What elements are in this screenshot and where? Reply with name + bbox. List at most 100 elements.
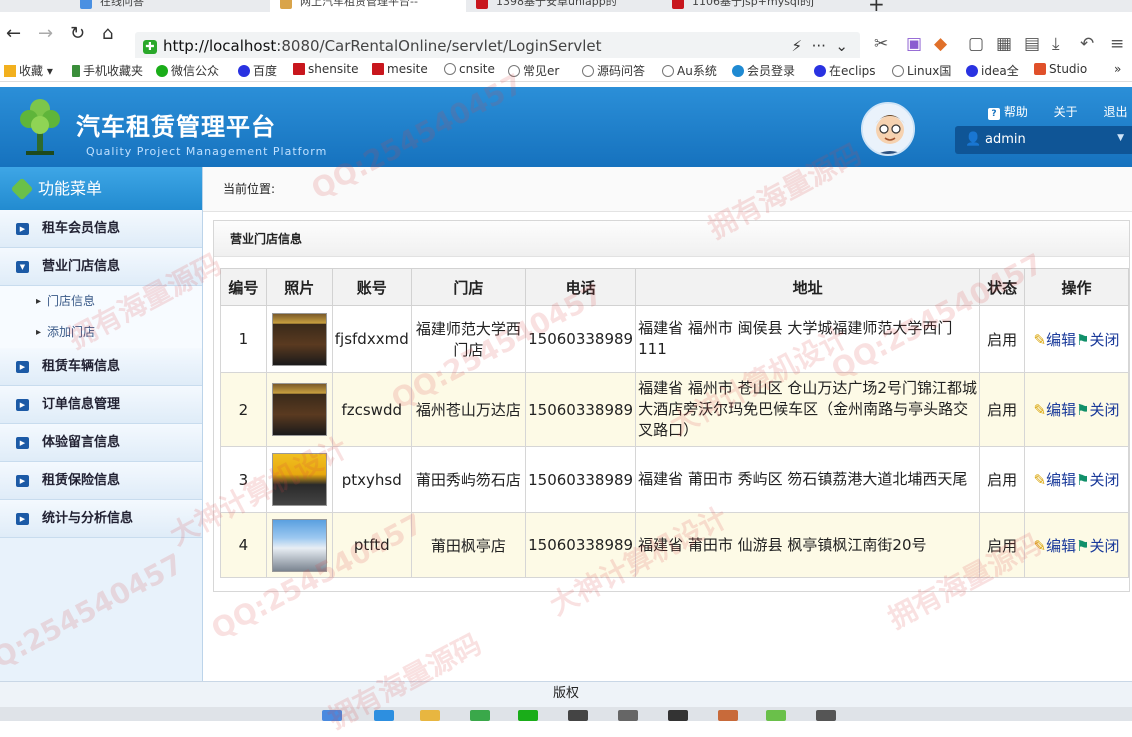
- taskbar-app-icon[interactable]: [668, 710, 688, 721]
- globe-icon: [444, 63, 456, 75]
- bookmark-label: 微信公众: [171, 64, 220, 78]
- sidebar-item-insurance[interactable]: ▶ 租赁保险信息: [0, 462, 202, 500]
- sidebar-item-vehicle[interactable]: ▶ 租赁车辆信息: [0, 348, 202, 386]
- wechat-icon[interactable]: [518, 710, 538, 721]
- more-icon[interactable]: ···: [812, 37, 826, 55]
- help-label: 帮助: [1003, 105, 1028, 119]
- cell-actions: ✎编辑⚑关闭: [1024, 446, 1129, 513]
- more-bookmarks-icon[interactable]: »: [1114, 62, 1121, 76]
- edit-link[interactable]: ✎编辑: [1033, 471, 1076, 489]
- bookmark-item[interactable]: shensite: [293, 62, 359, 76]
- sidebar-subitem-add-store[interactable]: 添加门店: [0, 317, 202, 348]
- phone-icon: [72, 65, 80, 77]
- taskbar-app-icon[interactable]: [322, 710, 342, 721]
- forward-icon[interactable]: →: [38, 24, 53, 44]
- taskbar-app-icon[interactable]: [470, 710, 490, 721]
- bookmark-item[interactable]: 收藏 ▾: [4, 62, 53, 79]
- close-link[interactable]: ⚑关闭: [1076, 401, 1119, 419]
- star-icon: [4, 65, 16, 77]
- avatar[interactable]: [861, 102, 915, 156]
- taskbar-app-icon[interactable]: [374, 710, 394, 721]
- bookmark-label: 源码问答: [597, 64, 646, 78]
- bookmark-item[interactable]: Linux国: [892, 62, 951, 79]
- bookmark-item[interactable]: 在eclips: [814, 62, 876, 79]
- sidebar-item-label: 统计与分析信息: [42, 511, 134, 526]
- menu-icon[interactable]: ≡: [1110, 34, 1124, 54]
- sidebar-item-message[interactable]: ▶ 体验留言信息: [0, 424, 202, 462]
- browser-tab[interactable]: 1106基于jsp+mysql的j: [662, 0, 858, 12]
- arrow-right-icon: ▶: [16, 361, 29, 373]
- cell-photo: [265, 446, 333, 513]
- bookmark-item[interactable]: 源码问答: [582, 62, 645, 79]
- bookmark-item[interactable]: 会员登录: [732, 62, 795, 79]
- flag-icon: ⚑: [1076, 330, 1090, 349]
- translate-icon[interactable]: ▣: [906, 34, 922, 54]
- close-link[interactable]: ⚑关闭: [1076, 537, 1119, 555]
- bookmark-item[interactable]: 百度: [238, 62, 277, 79]
- edit-link[interactable]: ✎编辑: [1033, 537, 1076, 555]
- help-link[interactable]: ? 帮助: [988, 105, 1028, 120]
- close-link[interactable]: ⚑关闭: [1076, 471, 1119, 489]
- edit-link[interactable]: ✎编辑: [1033, 401, 1076, 419]
- game-icon[interactable]: ◆: [934, 34, 947, 54]
- about-link[interactable]: 关于: [1054, 105, 1078, 119]
- bookmark-label: shensite: [308, 62, 359, 76]
- folder-icon[interactable]: [420, 710, 440, 721]
- sidebar-subitem-store-list[interactable]: 门店信息: [0, 286, 202, 317]
- flag-icon: ⚑: [1076, 401, 1090, 419]
- sidebar-item-member[interactable]: ▶ 租车会员信息: [0, 210, 202, 248]
- edit-link[interactable]: ✎编辑: [1033, 331, 1076, 349]
- taskbar-app-icon[interactable]: [766, 710, 786, 721]
- app-subtitle: Quality Project Management Platform: [86, 145, 328, 158]
- bookmark-item[interactable]: 常见er: [508, 62, 559, 79]
- cloud-icon: [732, 65, 744, 77]
- bookmark-item[interactable]: idea全: [966, 62, 1019, 79]
- app-title: 汽车租赁管理平台: [76, 113, 276, 141]
- undo-icon[interactable]: ↶: [1080, 34, 1094, 54]
- apps-icon[interactable]: ▦: [996, 34, 1012, 54]
- browser-tab-active[interactable]: 网上汽车租赁管理平台--: [270, 0, 466, 12]
- taskbar-app-icon[interactable]: [816, 710, 836, 721]
- chevron-down-icon[interactable]: ⌄: [835, 37, 848, 55]
- bookmark-item[interactable]: mesite: [372, 62, 428, 76]
- sidebar-item-order[interactable]: ▶ 订单信息管理: [0, 386, 202, 424]
- sidebar-item-store[interactable]: ▼ 营业门店信息: [0, 248, 202, 286]
- collection-icon[interactable]: ▤: [1024, 34, 1040, 54]
- close-link[interactable]: ⚑关闭: [1076, 331, 1119, 349]
- home-icon[interactable]: ⌂: [102, 24, 113, 44]
- sidebar-item-statistics[interactable]: ▶ 统计与分析信息: [0, 500, 202, 538]
- logout-link[interactable]: 退出: [1104, 105, 1128, 119]
- browser-tab-strip: 在线问答 网上汽车租赁管理平台-- 1398基于安卓uniapp的 1106基于…: [0, 0, 1132, 12]
- back-icon[interactable]: ←: [6, 24, 21, 44]
- taskbar-app-icon[interactable]: [618, 710, 638, 721]
- window-icon[interactable]: ▢: [968, 34, 984, 54]
- store-photo: [271, 518, 327, 572]
- bookmark-item[interactable]: 手机收藏夹: [72, 62, 143, 79]
- download-icon[interactable]: ⤓: [1052, 34, 1060, 54]
- browser-tab[interactable]: 1398基于安卓uniapp的: [466, 0, 662, 12]
- tab-favicon-icon: [80, 0, 92, 9]
- scissors-icon[interactable]: ✂: [874, 34, 888, 54]
- bookmark-item[interactable]: Au系统: [662, 62, 717, 79]
- taskbar-app-icon[interactable]: [718, 710, 738, 721]
- cell-status: 启用: [979, 305, 1026, 373]
- taskbar-app-icon[interactable]: [568, 710, 588, 721]
- close-label: 关闭: [1089, 330, 1120, 349]
- lightning-icon[interactable]: ⚡: [791, 37, 802, 55]
- arrow-right-icon: ▶: [16, 437, 29, 449]
- tab-favicon-icon: [280, 0, 292, 9]
- user-dropdown[interactable]: 👤 admin ▼: [955, 126, 1132, 154]
- bookmark-label: 常见er: [523, 64, 560, 78]
- browser-tab[interactable]: 在线问答: [70, 0, 270, 12]
- new-tab-icon[interactable]: +: [868, 0, 885, 12]
- bookmark-item[interactable]: Studio: [1034, 62, 1087, 76]
- tab-label: 1106基于jsp+mysql的j: [692, 0, 815, 8]
- store-photo: [271, 383, 327, 436]
- tab-favicon-icon: [672, 0, 684, 9]
- studio-icon: [1034, 63, 1046, 75]
- cell-id: 3: [220, 446, 267, 513]
- bookmark-item[interactable]: 微信公众: [156, 62, 219, 79]
- reload-icon[interactable]: ↻: [70, 24, 85, 44]
- bookmark-item[interactable]: cnsite: [444, 62, 495, 76]
- cell-actions: ✎编辑⚑关闭: [1024, 372, 1129, 447]
